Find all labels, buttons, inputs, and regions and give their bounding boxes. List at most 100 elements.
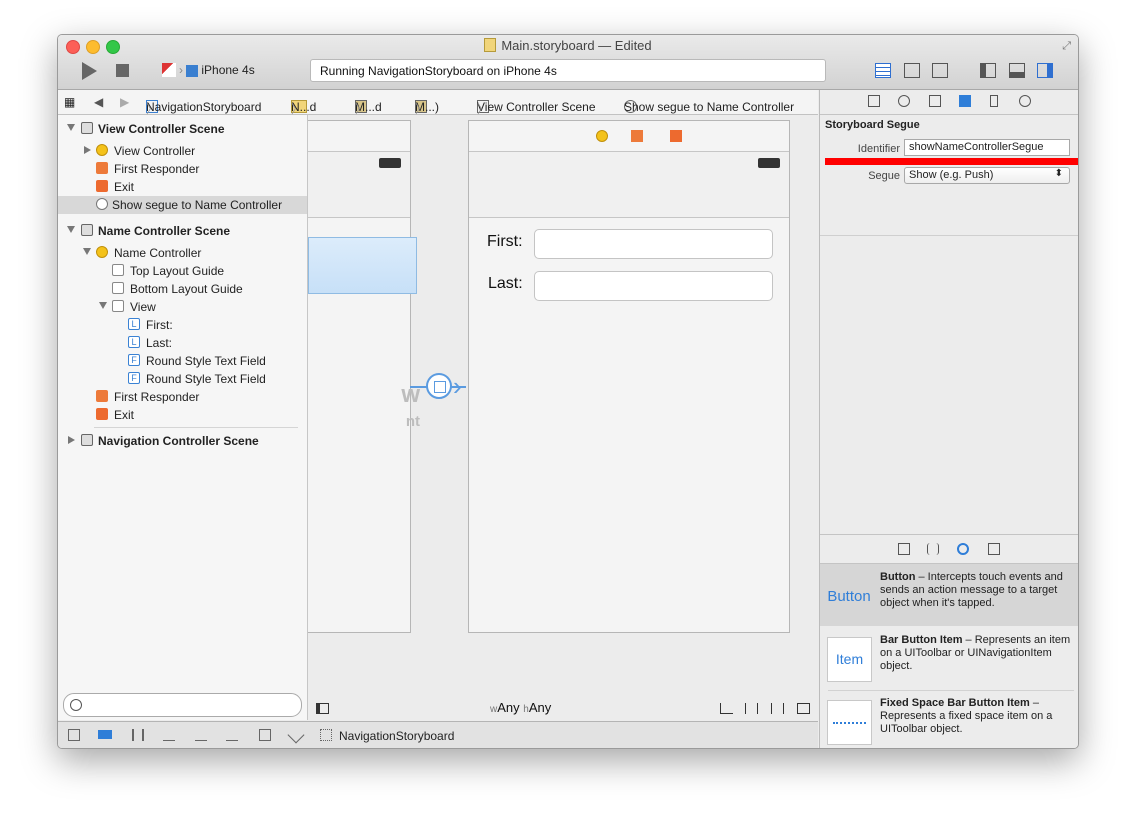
outline-top-layout-guide[interactable]: Top Layout Guide bbox=[58, 262, 307, 280]
fixed-space-thumbnail bbox=[827, 700, 872, 745]
forward-arrow-icon[interactable]: ▶ bbox=[120, 95, 129, 109]
outline-text-field-1[interactable]: F Round Style Text Field bbox=[58, 352, 307, 370]
object-library-icon[interactable] bbox=[957, 543, 969, 555]
step-into-icon[interactable] bbox=[195, 729, 207, 741]
library-item-description: Button – Intercepts touch events and sen… bbox=[880, 571, 1063, 609]
title-bar: Main.storyboard — Edited ⤢ › iPhone 4s R… bbox=[58, 35, 1078, 90]
view-controller-scene-frame[interactable]: w nt bbox=[308, 120, 420, 633]
step-out-icon[interactable] bbox=[226, 729, 238, 741]
outline-exit-2[interactable]: Exit bbox=[58, 406, 307, 424]
outline-filter-field[interactable] bbox=[63, 693, 302, 717]
file-inspector-icon[interactable] bbox=[868, 95, 880, 107]
connections-inspector-icon[interactable] bbox=[1019, 95, 1031, 107]
toggle-navigator-icon[interactable] bbox=[980, 63, 996, 78]
outline-show-segue[interactable]: Show segue to Name Controller bbox=[58, 196, 307, 214]
layout-guide-icon bbox=[112, 264, 124, 276]
outline-exit[interactable]: Exit bbox=[58, 178, 307, 196]
scheme-selector[interactable]: › iPhone 4s bbox=[162, 63, 255, 77]
outline-navigation-controller-scene[interactable]: Navigation Controller Scene bbox=[58, 432, 307, 450]
window-title: Main.storyboard — Edited bbox=[58, 38, 1078, 53]
show-outline-icon[interactable] bbox=[316, 703, 329, 714]
hide-debug-area-icon[interactable] bbox=[68, 729, 80, 741]
outline-label-last[interactable]: L Last: bbox=[58, 334, 307, 352]
outline-view-controller[interactable]: View Controller bbox=[58, 142, 307, 160]
debug-view-hierarchy-icon[interactable] bbox=[259, 729, 271, 741]
last-text-field[interactable] bbox=[534, 271, 773, 301]
resizing-behavior-icon[interactable] bbox=[797, 703, 810, 714]
scene-icon bbox=[81, 434, 93, 446]
breakpoints-icon[interactable] bbox=[98, 730, 112, 739]
pause-icon[interactable] bbox=[132, 729, 144, 741]
scene-icon bbox=[81, 224, 93, 236]
view-controller-icon bbox=[96, 144, 108, 156]
segue-icon bbox=[96, 198, 108, 210]
first-responder-icon[interactable] bbox=[631, 130, 643, 142]
exit-icon[interactable] bbox=[670, 130, 682, 142]
last-label[interactable]: Last: bbox=[488, 275, 523, 293]
segue-type-select[interactable]: Show (e.g. Push) ⬍ bbox=[904, 167, 1070, 184]
size-inspector-icon[interactable] bbox=[990, 95, 998, 107]
standard-editor-icon[interactable] bbox=[875, 63, 891, 78]
location-icon[interactable] bbox=[287, 726, 305, 744]
library-item-bar-button[interactable]: Item Bar Button Item – Represents an ite… bbox=[820, 627, 1078, 689]
stop-button[interactable] bbox=[116, 64, 129, 77]
first-text-field[interactable] bbox=[534, 229, 773, 259]
file-template-icon[interactable] bbox=[898, 543, 910, 555]
outline-name-controller-scene[interactable]: Name Controller Scene bbox=[58, 222, 307, 240]
view-controller-icon bbox=[96, 246, 108, 258]
name-controller-scene-frame[interactable]: First: Last: bbox=[468, 120, 790, 633]
outline-bottom-layout-guide[interactable]: Bottom Layout Guide bbox=[58, 280, 307, 298]
library-item-button[interactable]: Button Button – Intercepts touch events … bbox=[820, 564, 1078, 626]
disclosure-down-icon[interactable] bbox=[83, 248, 91, 255]
text-field-icon: F bbox=[128, 354, 140, 366]
xcode-window: Main.storyboard — Edited ⤢ › iPhone 4s R… bbox=[57, 34, 1079, 749]
disclosure-down-icon[interactable] bbox=[67, 226, 75, 233]
size-class-control[interactable]: wAny hAny bbox=[490, 700, 551, 715]
disclosure-right-icon[interactable] bbox=[68, 436, 75, 444]
step-over-icon[interactable] bbox=[163, 729, 175, 741]
pin-icon[interactable] bbox=[745, 703, 758, 714]
identifier-field[interactable]: showNameControllerSegue bbox=[904, 139, 1070, 156]
attributes-inspector-icon[interactable] bbox=[959, 95, 971, 107]
resolve-issues-icon[interactable] bbox=[771, 703, 784, 714]
toggle-utilities-icon[interactable] bbox=[1037, 63, 1053, 78]
bar-button-thumbnail: Item bbox=[827, 637, 872, 682]
view-controller-icon[interactable] bbox=[596, 130, 608, 142]
outline-label-first[interactable]: L First: bbox=[58, 316, 307, 334]
media-library-icon[interactable] bbox=[988, 543, 1000, 555]
outline-view-controller-scene[interactable]: View Controller Scene bbox=[58, 120, 307, 138]
outline-view[interactable]: View bbox=[58, 298, 307, 316]
toggle-debug-area-icon[interactable] bbox=[1009, 63, 1025, 78]
quick-help-icon[interactable] bbox=[898, 95, 910, 107]
disclosure-right-icon[interactable] bbox=[84, 146, 91, 154]
identity-inspector-icon[interactable] bbox=[929, 95, 941, 107]
code-snippet-icon[interactable] bbox=[927, 543, 939, 555]
outline-text-field-2[interactable]: F Round Style Text Field bbox=[58, 370, 307, 388]
run-button[interactable] bbox=[82, 62, 97, 80]
inspector-tabs bbox=[820, 90, 1078, 115]
filter-icon bbox=[70, 699, 82, 711]
jump-bar: ▦ ◀ ▶ NavigationStoryboard 〉 N...d 〉 M..… bbox=[58, 90, 818, 116]
outline-first-responder-2[interactable]: First Responder bbox=[58, 388, 307, 406]
assistant-editor-icon[interactable] bbox=[904, 63, 920, 78]
scene-icon bbox=[81, 122, 93, 134]
fullscreen-icon[interactable]: ⤢ bbox=[1062, 40, 1071, 53]
target-icon[interactable] bbox=[320, 729, 332, 741]
segue-arrow-icon: › bbox=[453, 371, 462, 401]
version-editor-icon[interactable] bbox=[932, 63, 948, 78]
selected-cell[interactable] bbox=[308, 237, 417, 294]
back-arrow-icon[interactable]: ◀ bbox=[94, 95, 103, 109]
outline-first-responder[interactable]: First Responder bbox=[58, 160, 307, 178]
library-item-fixed-space[interactable]: Fixed Space Bar Button Item – Represents… bbox=[820, 690, 1078, 748]
outline-name-controller[interactable]: Name Controller bbox=[58, 244, 307, 262]
disclosure-down-icon[interactable] bbox=[99, 302, 107, 309]
utilities-inspector: Storyboard Segue Identifier showNameCont… bbox=[819, 90, 1078, 748]
segue-label: Segue bbox=[868, 170, 900, 182]
related-items-icon[interactable]: ▦ bbox=[64, 95, 75, 109]
segue-push-icon[interactable] bbox=[426, 373, 452, 399]
storyboard-canvas[interactable]: w nt › First: Last: bbox=[308, 115, 818, 720]
disclosure-down-icon[interactable] bbox=[67, 124, 75, 131]
ghost-text: nt bbox=[405, 413, 420, 430]
first-label[interactable]: First: bbox=[487, 233, 523, 251]
align-icon[interactable] bbox=[720, 703, 733, 714]
